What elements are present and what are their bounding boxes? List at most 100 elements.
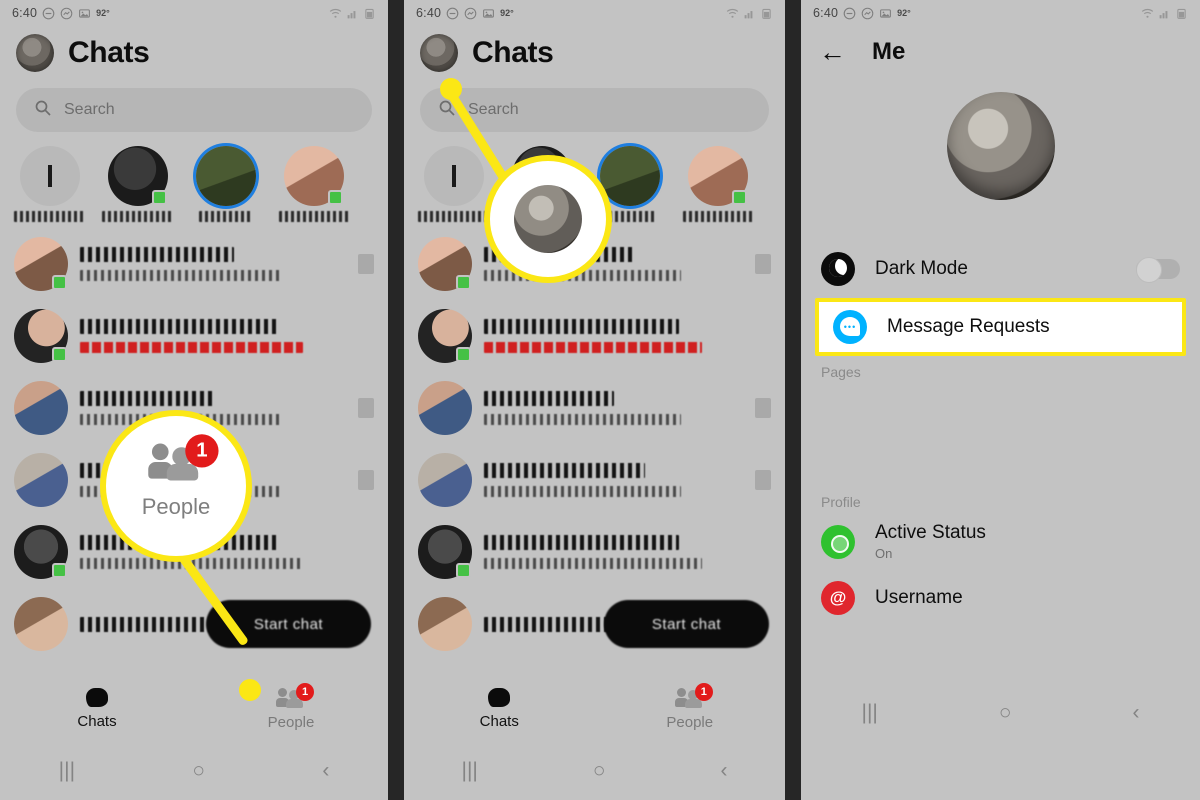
- setting-label: Dark Mode: [875, 258, 968, 279]
- setting-label: Active Status: [875, 522, 986, 543]
- setting-username[interactable]: @ Username: [801, 571, 1200, 625]
- recents-icon[interactable]: |||: [861, 701, 877, 725]
- do-not-disturb-icon: [446, 7, 459, 20]
- setting-message-requests[interactable]: Message Requests: [819, 302, 1182, 352]
- back-icon[interactable]: ‹: [1132, 701, 1139, 725]
- back-icon[interactable]: ‹: [322, 759, 329, 783]
- chat-thumb: [755, 470, 771, 490]
- people-badge: 1: [185, 434, 219, 468]
- avatar: [418, 453, 472, 507]
- recents-icon[interactable]: |||: [59, 759, 75, 783]
- header-avatar-magnifier: [484, 155, 612, 283]
- section-header-pages: Pages: [821, 364, 861, 380]
- status-temperature: 92°: [96, 8, 110, 18]
- story-item[interactable]: [186, 146, 266, 222]
- me-header: ← Me: [801, 26, 1200, 70]
- chat-preview-redacted: [484, 342, 703, 353]
- three-panel-tutorial: 6:40 92° Chats Search Start chat Chats 1…: [0, 0, 1200, 800]
- avatar: [418, 381, 472, 435]
- chat-row[interactable]: [404, 372, 785, 444]
- online-dot: [152, 190, 167, 205]
- start-chat-button[interactable]: Start chat: [604, 600, 769, 648]
- avatar: [424, 146, 484, 206]
- callout-anchor-dot: [440, 78, 462, 100]
- chat-row[interactable]: [404, 516, 785, 588]
- search-icon: [34, 99, 52, 122]
- header-avatar[interactable]: [16, 34, 54, 72]
- chat-bubble-icon: [488, 688, 511, 707]
- page-title: Chats: [472, 36, 554, 69]
- android-nav-bar: ||| ○ ‹: [801, 684, 1200, 742]
- message-requests-icon: [833, 310, 867, 344]
- avatar: [20, 146, 80, 206]
- home-icon[interactable]: ○: [192, 759, 205, 783]
- setting-text: Active Status On: [875, 522, 986, 561]
- chat-text: [484, 391, 743, 425]
- chat-row[interactable]: [404, 300, 785, 372]
- bottom-nav: Chats 1 People: [404, 676, 785, 742]
- chat-thumb: [755, 254, 771, 274]
- nav-tab-chats[interactable]: Chats: [0, 676, 194, 742]
- search-input[interactable]: Search: [16, 88, 372, 132]
- moon-icon: [821, 252, 855, 286]
- online-dot: [456, 563, 471, 578]
- chat-row[interactable]: [404, 444, 785, 516]
- panel-separator: [388, 0, 404, 800]
- people-tab-magnifier: 1 People: [100, 410, 252, 562]
- online-dot: [52, 347, 67, 362]
- chat-thumb: [358, 398, 374, 418]
- setting-active-status[interactable]: Active Status On: [801, 512, 1200, 571]
- people-icon: 1: [148, 434, 219, 481]
- nav-tab-people[interactable]: 1 People: [194, 676, 388, 742]
- people-badge: 1: [694, 682, 713, 701]
- story-item[interactable]: [414, 146, 494, 222]
- battery-icon: [1175, 7, 1188, 20]
- home-icon[interactable]: ○: [999, 701, 1012, 725]
- avatar: [108, 146, 168, 206]
- setting-label: Username: [875, 587, 963, 608]
- profile-photo[interactable]: [946, 92, 1055, 200]
- status-temperature: 92°: [897, 8, 911, 18]
- people-icon: 1: [674, 682, 713, 708]
- wifi-icon: [329, 7, 342, 20]
- chat-list: [404, 224, 785, 660]
- back-arrow-icon[interactable]: ←: [819, 38, 846, 66]
- status-bar: 6:40 92°: [404, 0, 785, 26]
- story-item[interactable]: [10, 146, 90, 222]
- chat-row[interactable]: [0, 300, 388, 372]
- header-avatar[interactable]: [420, 34, 458, 72]
- nav-tab-chats[interactable]: Chats: [404, 676, 595, 742]
- story-item[interactable]: [678, 146, 758, 222]
- chat-row[interactable]: [0, 228, 388, 300]
- profile-avatar: [514, 185, 582, 253]
- setting-dark-mode[interactable]: Dark Mode: [801, 242, 1200, 296]
- avatar: [418, 597, 472, 651]
- messenger-icon: [464, 7, 477, 20]
- back-icon[interactable]: ‹: [720, 759, 727, 783]
- chat-preview-redacted: [484, 558, 703, 569]
- nav-label: People: [267, 713, 315, 731]
- home-icon[interactable]: ○: [593, 759, 606, 783]
- bottom-nav: Chats 1 People: [0, 676, 388, 742]
- search-placeholder: Search: [468, 101, 519, 118]
- recents-icon[interactable]: |||: [461, 759, 477, 783]
- image-icon: [78, 7, 91, 20]
- panel-separator: [785, 0, 801, 800]
- avatar: [688, 146, 748, 206]
- avatar: [418, 309, 472, 363]
- story-item[interactable]: [98, 146, 178, 222]
- panel-chats-people-callout: 6:40 92° Chats Search Start chat Chats 1…: [0, 0, 388, 800]
- status-time: 6:40: [813, 6, 839, 20]
- panel-chats-avatar-callout: 6:40 92° Chats Search Start chat Chats 1…: [404, 0, 785, 800]
- at-sign-icon: @: [821, 581, 855, 615]
- online-dot: [52, 275, 67, 290]
- chat-name-redacted: [484, 319, 680, 334]
- nav-label: Chats: [77, 713, 117, 730]
- chat-name-redacted: [80, 391, 213, 406]
- nav-tab-people[interactable]: 1 People: [595, 676, 786, 742]
- avatar: [196, 146, 256, 206]
- avatar: [600, 146, 660, 206]
- chat-text: [80, 247, 346, 281]
- dark-mode-toggle[interactable]: [1136, 257, 1180, 283]
- story-item[interactable]: [274, 146, 354, 222]
